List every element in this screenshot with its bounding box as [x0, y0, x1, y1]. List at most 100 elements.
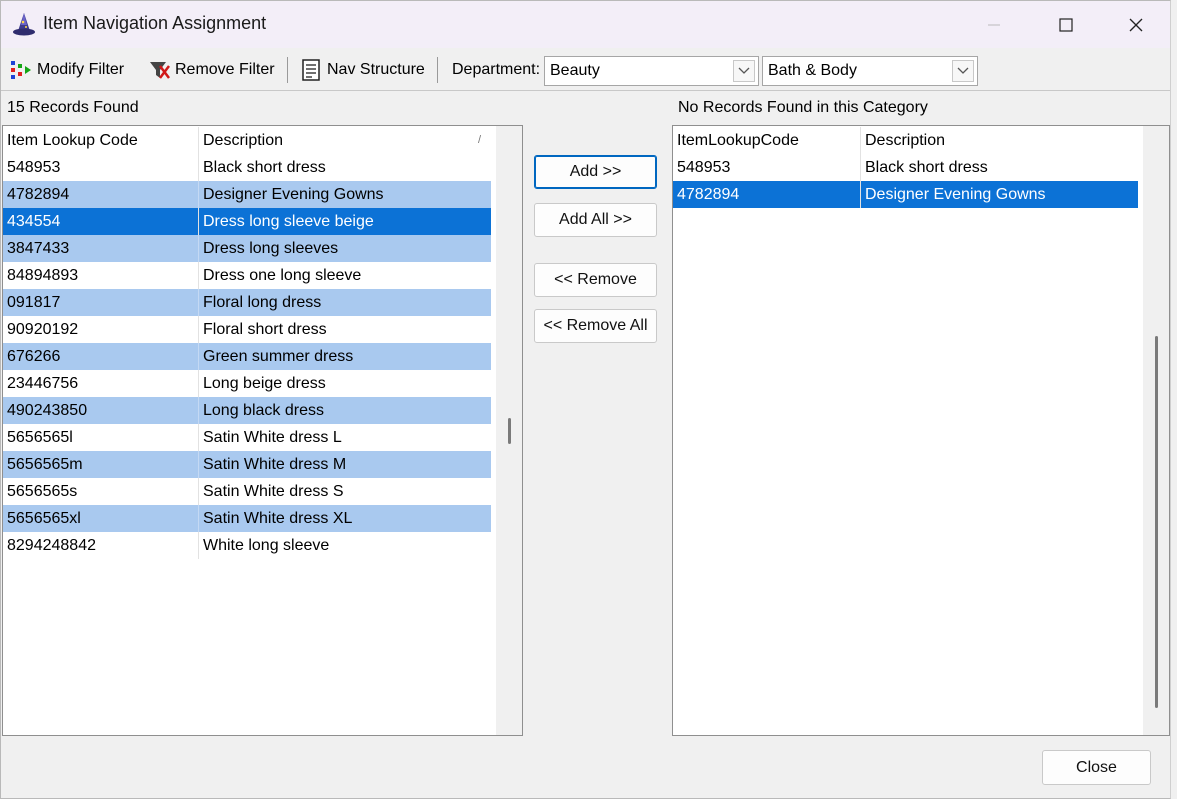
item-lookup-code-cell: 490243850	[7, 402, 88, 419]
assigned-items-grid[interactable]: ItemLookupCode Description 548953 Black s…	[672, 125, 1170, 736]
item-lookup-code-cell: 8294248842	[7, 537, 96, 554]
chevron-down-icon[interactable]	[952, 60, 974, 82]
nav-structure-label: Nav Structure	[327, 61, 425, 78]
department-select-value: Beauty	[550, 62, 600, 79]
description-cell: Long beige dress	[198, 370, 491, 397]
add-all-button[interactable]: Add All >>	[534, 203, 657, 237]
item-lookup-code-cell: 5656565s	[7, 483, 78, 500]
department-label: Department:	[452, 61, 541, 78]
add-button[interactable]: Add >>	[534, 155, 657, 189]
category-select[interactable]: Bath & Body	[762, 56, 978, 86]
maximize-button[interactable]	[1031, 1, 1101, 48]
description-cell: Black short dress	[198, 154, 491, 181]
description-cell: Satin White dress L	[198, 424, 491, 451]
table-row[interactable]: 5656565xl Satin White dress XL	[3, 505, 491, 532]
item-lookup-code-cell: 4782894	[677, 186, 740, 203]
item-lookup-code-cell: 3847433	[7, 240, 70, 257]
grid-header: ItemLookupCode Description	[673, 127, 1138, 154]
table-row[interactable]: 5656565m Satin White dress M	[3, 451, 491, 478]
column-header-description[interactable]: Description /	[198, 127, 491, 154]
item-lookup-code-cell: 90920192	[7, 321, 79, 338]
description-cell: Dress long sleeves	[198, 235, 491, 262]
table-row[interactable]: 548953 Black short dress	[3, 154, 491, 181]
sort-indicator-icon: /	[477, 134, 481, 146]
filter-remove-icon	[147, 58, 171, 82]
item-lookup-code-cell: 5656565m	[7, 456, 83, 473]
description-cell: White long sleeve	[198, 532, 491, 559]
item-lookup-code-cell: 5656565l	[7, 429, 73, 446]
toolbar-separator	[287, 57, 288, 83]
item-lookup-code-cell: 4782894	[7, 186, 70, 203]
window-title: Item Navigation Assignment	[43, 13, 267, 33]
remove-all-button[interactable]: << Remove All	[534, 309, 657, 343]
description-cell: Satin White dress S	[198, 478, 491, 505]
description-cell: Dress long sleeve beige	[198, 208, 491, 235]
left-records-status: 15 Records Found	[7, 99, 139, 116]
table-row[interactable]: 548953 Black short dress	[673, 154, 1138, 181]
description-cell: Satin White dress M	[198, 451, 491, 478]
modify-filter-label: Modify Filter	[37, 61, 125, 78]
right-records-status: No Records Found in this Category	[678, 99, 928, 116]
nav-structure-button[interactable]: Nav Structure	[299, 56, 425, 84]
table-row[interactable]: 676266 Green summer dress	[3, 343, 491, 370]
document-list-icon	[299, 58, 323, 82]
item-lookup-code-cell: 676266	[7, 348, 61, 365]
table-row[interactable]: 434554 Dress long sleeve beige	[3, 208, 491, 235]
item-lookup-code-cell: 23446756	[7, 375, 79, 392]
item-lookup-code-cell: 091817	[7, 294, 61, 311]
description-cell: Floral short dress	[198, 316, 491, 343]
column-header-description-label: Description	[203, 132, 284, 149]
title-bar: Item Navigation Assignment	[1, 1, 1170, 48]
close-icon	[1129, 18, 1143, 31]
toolbar-separator	[437, 57, 438, 83]
remove-filter-button[interactable]: Remove Filter	[147, 56, 275, 84]
column-header-item-lookup-code[interactable]: Item Lookup Code	[3, 127, 198, 154]
toolbar: Modify Filter Remove Filter Nav Structur…	[1, 48, 1170, 91]
description-cell: Dress one long sleeve	[198, 262, 491, 289]
description-cell: Long black dress	[198, 397, 491, 424]
category-select-value: Bath & Body	[768, 62, 857, 79]
table-row[interactable]: 84894893 Dress one long sleeve	[3, 262, 491, 289]
right-vertical-scrollbar[interactable]	[1143, 126, 1169, 735]
maximize-icon	[1059, 17, 1073, 32]
modify-filter-button[interactable]: Modify Filter	[9, 56, 124, 84]
table-row[interactable]: 091817 Floral long dress	[3, 289, 491, 316]
table-row[interactable]: 3847433 Dress long sleeves	[3, 235, 491, 262]
table-row[interactable]: 8294248842 White long sleeve	[3, 532, 491, 559]
item-lookup-code-cell: 434554	[7, 213, 61, 230]
color-bars-icon	[9, 58, 33, 82]
column-header-item-lookup-code[interactable]: ItemLookupCode	[673, 127, 860, 154]
table-row[interactable]: 4782894 Designer Evening Gowns	[673, 181, 1138, 208]
description-cell: Green summer dress	[198, 343, 491, 370]
close-window-button[interactable]	[1101, 1, 1171, 48]
description-cell: Black short dress	[860, 154, 1138, 181]
remove-filter-label: Remove Filter	[175, 61, 275, 78]
chevron-down-icon[interactable]	[733, 60, 755, 82]
table-row[interactable]: 5656565s Satin White dress S	[3, 478, 491, 505]
close-button[interactable]: Close	[1042, 750, 1151, 785]
minimize-button[interactable]	[959, 1, 1029, 48]
left-vertical-scrollbar[interactable]	[496, 126, 522, 735]
table-row[interactable]: 23446756 Long beige dress	[3, 370, 491, 397]
table-row[interactable]: 90920192 Floral short dress	[3, 316, 491, 343]
table-row[interactable]: 4782894 Designer Evening Gowns	[3, 181, 491, 208]
item-lookup-code-cell: 5656565xl	[7, 510, 81, 527]
column-header-description[interactable]: Description	[860, 127, 1138, 154]
minimize-icon	[988, 24, 1000, 25]
available-items-grid[interactable]: Item Lookup Code Description / 548953 Bla…	[2, 125, 523, 736]
item-lookup-code-cell: 548953	[7, 159, 61, 176]
table-row[interactable]: 5656565l Satin White dress L	[3, 424, 491, 451]
remove-button[interactable]: << Remove	[534, 263, 657, 297]
item-lookup-code-cell: 84894893	[7, 267, 79, 284]
description-cell: Designer Evening Gowns	[860, 181, 1138, 208]
description-cell: Satin White dress XL	[198, 505, 491, 532]
description-cell: Designer Evening Gowns	[198, 181, 491, 208]
item-lookup-code-cell: 548953	[677, 159, 731, 176]
grid-header: Item Lookup Code Description /	[3, 127, 491, 154]
table-row[interactable]: 490243850 Long black dress	[3, 397, 491, 424]
scrollbar-thumb[interactable]	[508, 418, 511, 444]
department-select[interactable]: Beauty	[544, 56, 759, 86]
scrollbar-thumb[interactable]	[1155, 336, 1158, 708]
description-cell: Floral long dress	[198, 289, 491, 316]
wizard-hat-icon	[11, 11, 37, 37]
